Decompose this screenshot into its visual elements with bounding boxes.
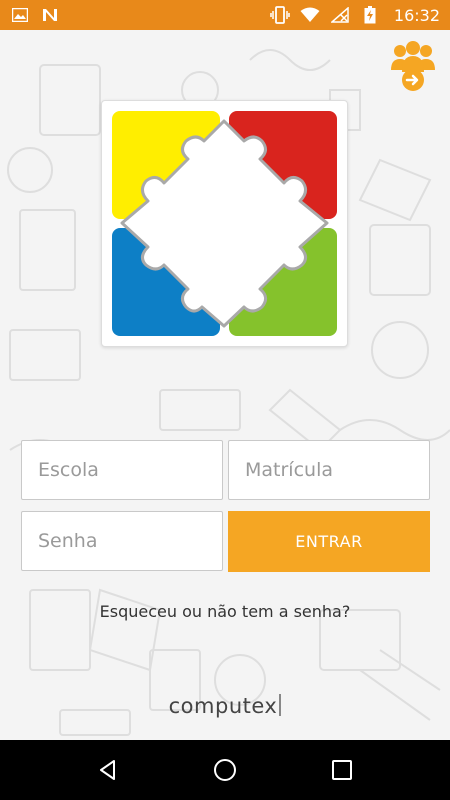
home-button[interactable] — [205, 750, 245, 790]
forgot-password-link[interactable]: Esqueceu ou não tem a senha? — [0, 602, 450, 621]
status-bar: 16:32 — [0, 0, 450, 30]
wifi-icon — [300, 5, 320, 25]
escola-field[interactable] — [21, 440, 223, 500]
n-app-icon — [40, 5, 60, 25]
no-signal-icon — [330, 5, 350, 25]
app-logo — [101, 100, 348, 347]
login-screen: ENTRAR Esqueceu ou não tem a senha? comp… — [0, 30, 450, 740]
back-button[interactable] — [88, 750, 128, 790]
clock: 16:32 — [393, 5, 440, 25]
back-icon — [100, 760, 116, 780]
puzzle-logo-icon — [112, 111, 337, 336]
navigation-bar — [0, 740, 450, 800]
image-icon — [10, 5, 30, 25]
brand-name: computex — [168, 694, 278, 718]
recents-button[interactable] — [322, 750, 362, 790]
vibrate-icon — [270, 5, 290, 25]
battery-charging-icon — [360, 5, 380, 25]
entrar-button[interactable]: ENTRAR — [228, 511, 430, 572]
recents-icon — [331, 760, 352, 780]
group-users-button[interactable] — [388, 40, 438, 92]
matricula-field[interactable] — [228, 440, 430, 500]
home-icon — [213, 759, 236, 781]
group-users-login-icon — [391, 41, 435, 91]
brand-logo: computex — [0, 694, 450, 718]
senha-field[interactable] — [21, 511, 223, 571]
brand-bar — [279, 694, 282, 716]
